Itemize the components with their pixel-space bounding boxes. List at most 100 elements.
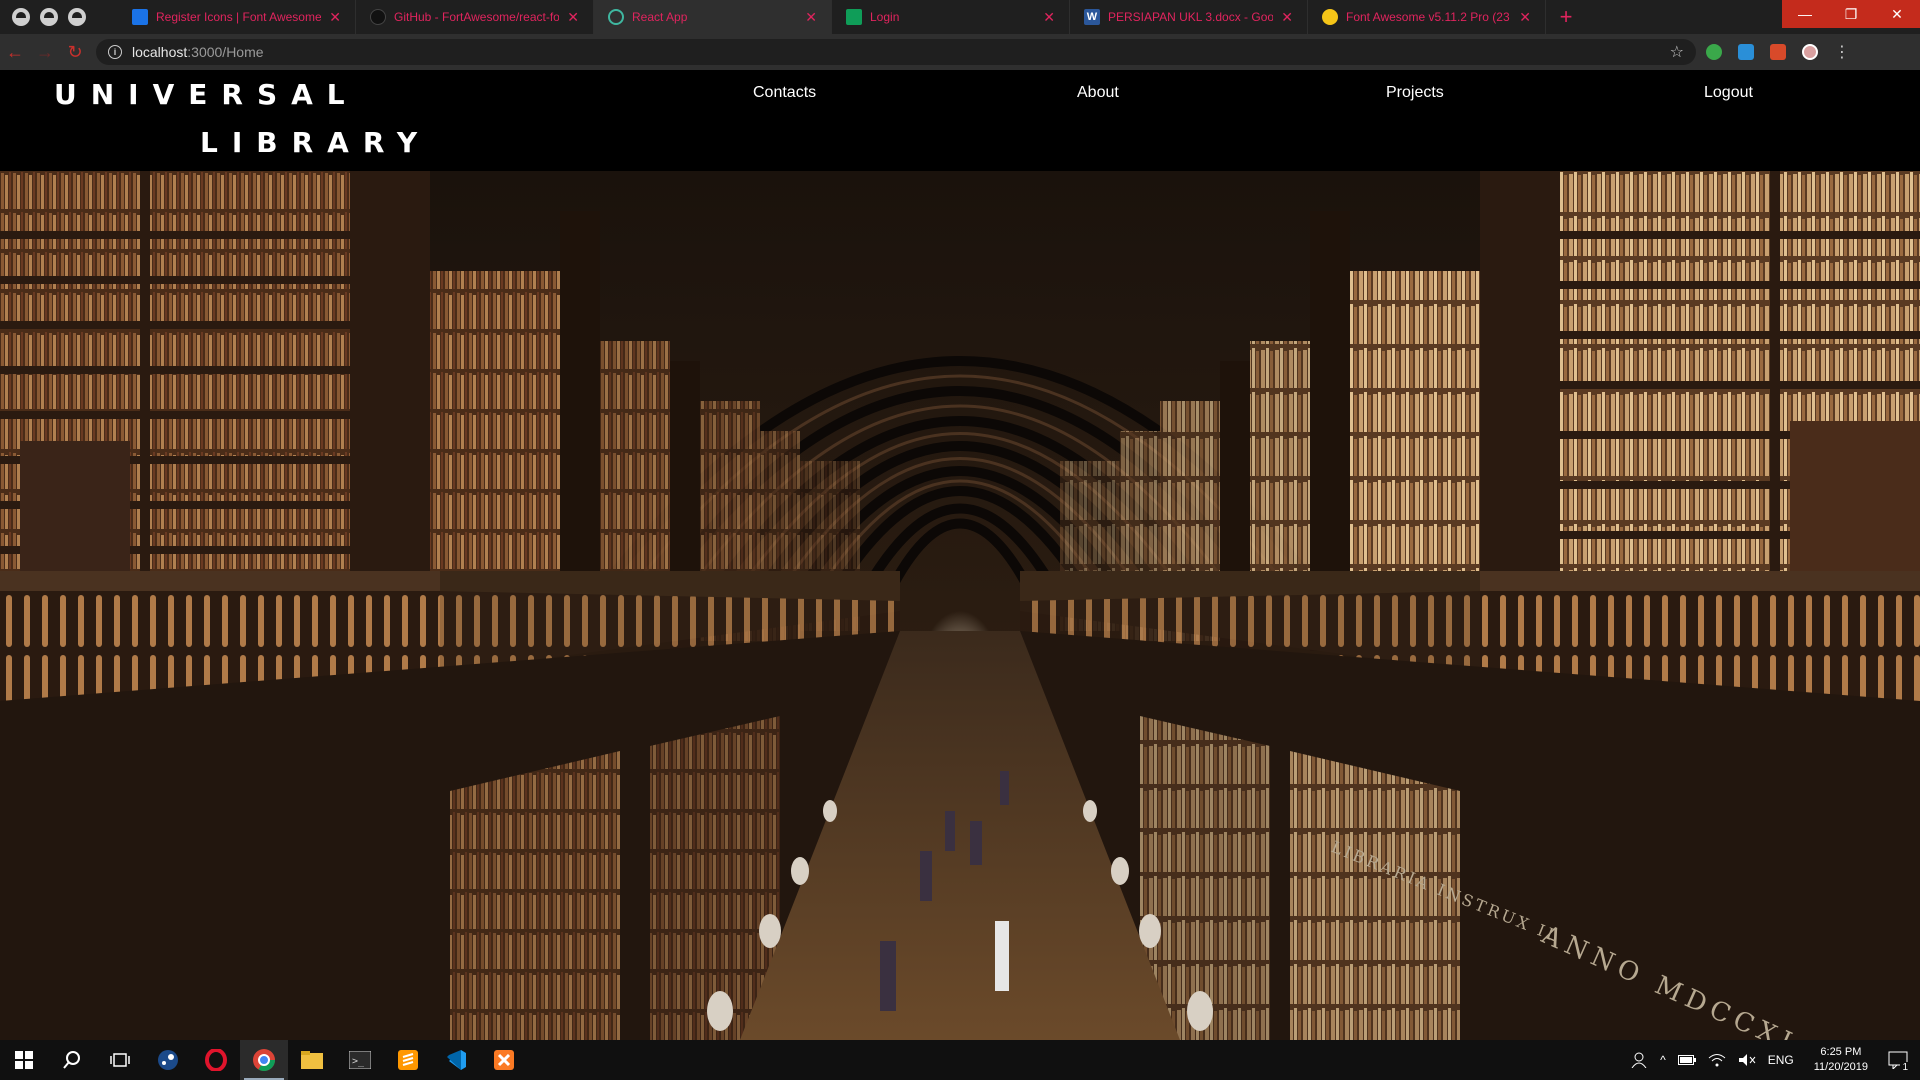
green-extension-icon xyxy=(1706,44,1722,60)
restore-icon[interactable]: ❐ xyxy=(1828,0,1874,28)
tab-title: Register Icons | Font Awesome xyxy=(156,10,322,24)
extension-icon[interactable] xyxy=(1732,38,1760,66)
terminal-icon[interactable]: >_ xyxy=(336,1040,384,1080)
chrome-icon[interactable] xyxy=(240,1040,288,1080)
battery-icon[interactable] xyxy=(1677,1055,1696,1065)
wifi-glyph-icon xyxy=(1708,1054,1726,1067)
sheets-icon xyxy=(846,9,862,25)
extension-icon[interactable] xyxy=(1700,38,1728,66)
bookmark-star-icon[interactable]: ☆ xyxy=(1670,42,1684,62)
speaker-glyph-icon xyxy=(1738,1054,1756,1066)
close-tab-icon[interactable]: ✕ xyxy=(805,9,817,26)
people-icon[interactable] xyxy=(1630,1052,1648,1068)
github-icon xyxy=(370,9,386,25)
close-tab-icon[interactable]: ✕ xyxy=(567,9,579,26)
browser-tab[interactable]: Login ✕ xyxy=(832,0,1070,34)
task-view-icon[interactable] xyxy=(96,1040,144,1080)
close-tab-icon[interactable]: ✕ xyxy=(1281,9,1293,26)
tab-strip-left-controls xyxy=(0,0,118,34)
folder-icon xyxy=(301,1051,323,1069)
info-icon[interactable]: i xyxy=(108,45,122,59)
clock[interactable]: 6:25 PM 11/20/2019 xyxy=(1814,1045,1868,1075)
font-awesome-flag-icon xyxy=(1322,9,1338,25)
s-extension-icon xyxy=(1738,44,1754,60)
xampp-icon[interactable] xyxy=(480,1040,528,1080)
input-language[interactable]: ENG xyxy=(1768,1053,1794,1067)
react-icon xyxy=(608,9,624,25)
nav-contacts[interactable]: Contacts xyxy=(753,84,816,102)
person-glyph-icon xyxy=(1631,1052,1647,1068)
tab-title: Font Awesome v5.11.2 Pro (23 S xyxy=(1346,10,1512,24)
profile-avatar[interactable] xyxy=(1796,38,1824,66)
new-tab-button[interactable]: + xyxy=(1546,0,1586,34)
site-header: UNIVERSAL LIBRARY Contacts About Project… xyxy=(0,70,1920,171)
file-explorer-icon[interactable] xyxy=(288,1040,336,1080)
browser-tab-active[interactable]: React App ✕ xyxy=(594,0,832,34)
flag-icon xyxy=(132,9,148,25)
avatar-icon xyxy=(1802,44,1818,60)
chrome-logo-icon xyxy=(253,1049,275,1071)
volume-muted-icon[interactable] xyxy=(1738,1053,1756,1067)
chevron-up-icon[interactable]: ^ xyxy=(1660,1053,1666,1067)
browser-tab[interactable]: W PERSIAPAN UKL 3.docx - Google ✕ xyxy=(1070,0,1308,34)
windows-taskbar: >_ ^ ENG 6:25 PM 11/20/2019 1 xyxy=(0,1040,1920,1080)
opera-logo-icon xyxy=(205,1049,227,1071)
search-icon[interactable] xyxy=(48,1040,96,1080)
notification-count: 1 xyxy=(1900,1062,1910,1073)
system-tray: ^ ENG 6:25 PM 11/20/2019 1 xyxy=(1624,1040,1920,1080)
browser-tab[interactable]: Font Awesome v5.11.2 Pro (23 S ✕ xyxy=(1308,0,1546,34)
wifi-icon[interactable] xyxy=(1708,1053,1726,1067)
back-arrow-icon[interactable]: ← xyxy=(0,37,30,67)
xampp-logo-icon xyxy=(494,1050,514,1070)
tab-title: Login xyxy=(870,10,900,24)
sublime-logo-icon xyxy=(398,1050,418,1070)
steam-logo-icon xyxy=(158,1050,178,1070)
window-controls: — ❐ ✕ xyxy=(1782,0,1920,28)
minimize-icon[interactable]: — xyxy=(1782,0,1828,28)
windows-start-icon[interactable] xyxy=(0,1040,48,1080)
tab-title: GitHub - FortAwesome/react-fo xyxy=(394,10,560,24)
word-icon: W xyxy=(1084,9,1100,25)
nav-logout[interactable]: Logout xyxy=(1704,84,1753,102)
svg-text:>_: >_ xyxy=(352,1056,365,1067)
c-extension-icon xyxy=(1770,44,1786,60)
reload-circle-icon[interactable] xyxy=(40,8,58,26)
library-hall-illustration: LIBRARIA INSTRUX II ANNO MDCCXI xyxy=(0,171,1920,1040)
sublime-text-icon[interactable] xyxy=(384,1040,432,1080)
browser-tab[interactable]: GitHub - FortAwesome/react-fo ✕ xyxy=(356,0,594,34)
opera-icon[interactable] xyxy=(192,1040,240,1080)
notification-center-icon[interactable]: 1 xyxy=(1888,1051,1910,1073)
nav-projects[interactable]: Projects xyxy=(1386,84,1444,102)
steam-icon[interactable] xyxy=(144,1040,192,1080)
task-view-glyph-icon xyxy=(110,1053,130,1067)
vscode-logo-icon xyxy=(447,1050,466,1070)
browser-tab[interactable]: Register Icons | Font Awesome ✕ xyxy=(118,0,356,34)
reload-circle-icon[interactable] xyxy=(12,8,30,26)
address-bar[interactable]: i localhost:3000/Home ☆ xyxy=(96,39,1696,65)
close-tab-icon[interactable]: ✕ xyxy=(1043,9,1055,26)
close-tab-icon[interactable]: ✕ xyxy=(1519,9,1531,26)
tab-title: React App xyxy=(632,10,688,24)
logo-universal[interactable]: UNIVERSAL xyxy=(54,78,359,111)
url-host: localhost xyxy=(132,44,188,60)
url-path: :3000/Home xyxy=(187,44,264,60)
close-tab-icon[interactable]: ✕ xyxy=(329,9,341,26)
extension-icon[interactable] xyxy=(1764,38,1792,66)
battery-glyph-icon xyxy=(1677,1055,1696,1065)
forward-arrow-icon[interactable]: → xyxy=(30,37,60,67)
vscode-icon[interactable] xyxy=(432,1040,480,1080)
nav-about[interactable]: About xyxy=(1077,84,1119,102)
logo-library[interactable]: LIBRARY xyxy=(200,126,431,159)
browser-toolbar: ← → ↻ i localhost:3000/Home ☆ ⋮ xyxy=(0,34,1920,70)
hero-library-image: LIBRARIA INSTRUX II ANNO MDCCXI xyxy=(0,171,1920,1040)
reload-icon[interactable]: ↻ xyxy=(60,37,90,67)
clock-date: 11/20/2019 xyxy=(1813,1061,1868,1073)
reload-circle-icon[interactable] xyxy=(68,8,86,26)
close-window-icon[interactable]: ✕ xyxy=(1874,0,1920,28)
windows-logo-icon xyxy=(15,1051,33,1069)
tab-title: PERSIAPAN UKL 3.docx - Google xyxy=(1108,10,1274,24)
clock-time: 6:25 PM xyxy=(1820,1046,1862,1058)
address-url: localhost:3000/Home xyxy=(132,44,1670,60)
browser-tab-strip: Register Icons | Font Awesome ✕ GitHub -… xyxy=(0,0,1920,34)
menu-kebab-icon[interactable]: ⋮ xyxy=(1828,38,1856,66)
